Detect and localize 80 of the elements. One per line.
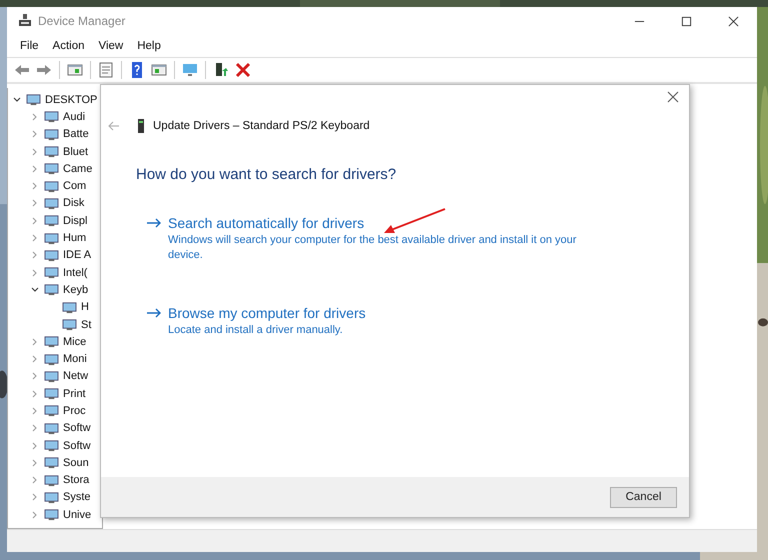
device-icon [44,283,59,296]
tree-item[interactable]: Proc [63,404,86,417]
option-link[interactable]: Search automatically for drivers [168,215,364,231]
tree-item[interactable]: Softw [63,440,91,452]
device-icon [44,474,59,487]
device-icon [44,456,59,470]
device-icon [44,162,59,176]
tree-item[interactable]: Bluet [63,146,88,158]
tree-item[interactable]: Stora [63,474,90,486]
close-icon[interactable] [667,91,679,103]
device-icon [137,119,145,133]
device-icon [44,196,59,210]
device-icon [44,266,59,280]
tree-item[interactable]: Soun [63,456,89,469]
device-icon [44,439,59,452]
monitor-icon[interactable] [182,62,198,78]
help-icon[interactable] [129,62,145,78]
panel-icon[interactable] [151,62,167,78]
device-enable-icon[interactable] [213,62,229,78]
menu-item[interactable]: Help [137,40,161,52]
menu-item[interactable]: Action [52,40,84,52]
device-icon [44,387,59,400]
device-icon [44,128,59,141]
device-icon [44,214,59,228]
tree-item[interactable]: Disk [63,197,84,210]
menu-item[interactable]: View [98,40,124,52]
device-icon [44,248,59,262]
device-icon [44,370,59,383]
tree-item[interactable]: Softw [63,422,91,434]
device-icon [44,110,59,124]
option-link[interactable]: Browse my computer for drivers [168,305,366,321]
dialog-heading: How do you want to search for drivers? [136,166,398,183]
device-icon [44,422,59,435]
tree-item[interactable]: Hum [63,232,86,244]
device-icon [44,145,59,158]
tree-item[interactable]: Netw [63,370,88,382]
tree-item[interactable]: Unive [63,508,92,521]
panel-icon[interactable] [67,62,83,78]
option-description: Locate and install a driver manually. [167,323,344,338]
arrow-icon[interactable] [146,218,162,228]
device-icon [44,335,59,348]
device-icon [44,180,59,193]
tree-item[interactable]: DESKTOP [45,94,98,106]
device-icon [44,508,59,522]
computer-icon [18,14,32,28]
arrow-icon[interactable] [146,308,162,318]
forward-arrow-icon[interactable] [36,62,52,78]
tree-item[interactable]: St [81,318,92,330]
tree-item[interactable]: Com [63,180,86,192]
tree-item[interactable]: Came [63,162,92,175]
option-description: Windows will search your computer for the best available driver and install it on your device. [167,233,578,263]
annotation-arrow [383,207,447,235]
close-icon[interactable] [728,16,739,26]
dialog-title: Update Drivers – Standard PS/2 Keyboard [153,120,370,132]
device-icon [44,232,59,245]
device-icon [44,404,59,418]
maximize-icon[interactable] [681,16,692,26]
tree-item[interactable]: Syste [63,491,91,504]
properties-icon[interactable] [98,62,114,78]
window-title: Device Manager [38,14,126,28]
cancel-button[interactable]: Cancel [610,486,677,508]
tree-item[interactable]: IDE A [63,249,92,262]
back-arrow-icon[interactable] [108,121,120,131]
tree-item[interactable]: Moni [63,353,87,366]
tree-item[interactable]: Audi [63,110,86,123]
back-arrow-icon[interactable] [14,62,30,78]
tree-item[interactable]: Mice [63,336,86,348]
tree-item[interactable]: Intel( [63,266,88,279]
tree-item[interactable]: H [81,301,89,314]
device-icon [26,93,41,106]
tree-item[interactable]: Keyb [63,284,88,296]
device-icon [44,490,59,504]
tree-item[interactable]: Batte [63,128,89,140]
device-icon [62,318,77,331]
device-icon [44,352,59,366]
tree-item[interactable]: Print [63,388,86,400]
tree-item[interactable]: Displ [63,214,88,227]
device-icon [62,300,77,314]
delete-icon[interactable] [235,62,251,78]
menu-item[interactable]: File [20,40,39,52]
